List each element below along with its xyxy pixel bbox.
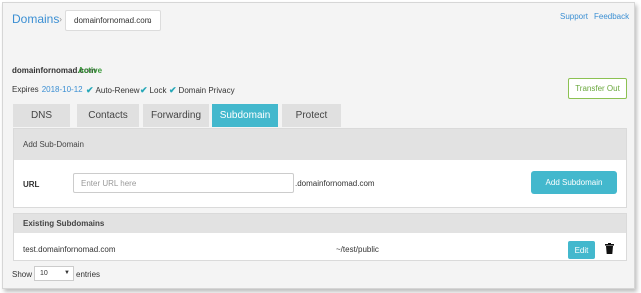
tab-forwarding[interactable]: Forwarding [143,104,209,127]
add-subdomain-panel: Add Sub-Domain [13,128,627,208]
tab-contacts[interactable]: Contacts [77,104,139,127]
subdomain-name: test.domainfornomad.com [23,245,116,254]
edit-subdomain-button[interactable]: Edit [568,241,595,259]
show-label: Show [12,270,33,279]
domain-selector[interactable]: domainfornomad.com ⌄ [65,10,161,31]
breadcrumb-domains-link[interactable]: Domains [12,12,59,26]
trash-icon[interactable] [605,243,614,254]
breadcrumb-separator: › [59,14,62,24]
expires-label: Expires [12,85,39,94]
url-label: URL [23,180,40,189]
check-icon: ✔ [169,85,177,95]
entries-label: entries [76,270,101,279]
panel-title: Add Sub-Domain [14,129,626,160]
page-size-select[interactable]: 10 ▼ [34,266,74,281]
tab-dns[interactable]: DNS [13,104,70,127]
check-icon: ✔ [86,85,94,95]
app-window: Domains › domainfornomad.com ⌄ Support F… [2,2,635,289]
chevron-down-icon: ⌄ [146,16,153,25]
feature-lock: ✔ Lock [140,85,166,96]
transfer-out-button[interactable]: Transfer Out [568,78,627,99]
domain-status-badge: Active [78,66,103,75]
feature-label: Auto-Renew [95,86,140,95]
feature-label: Domain Privacy [178,86,235,95]
feature-auto-renew: ✔ Auto-Renew [86,85,140,96]
tab-protect[interactable]: Protect [282,104,341,127]
feedback-link[interactable]: Feedback [594,12,629,21]
feature-domain-privacy: ✔ Domain Privacy [169,85,235,96]
chevron-down-icon: ▼ [64,270,70,276]
subdomain-url-input[interactable] [73,173,294,193]
tab-subdomain[interactable]: Subdomain [212,104,278,127]
domain-suffix: .domainfornomad.com [295,179,375,188]
panel-title: Existing Subdomains [14,214,626,233]
page-size-value: 10 [40,270,48,277]
domain-info: Expires 2018-10-12 [12,85,83,94]
subdomain-path: ~/test/public [336,245,379,254]
domain-selector-value: domainfornomad.com [74,16,152,25]
feature-label: Lock [149,86,167,95]
expires-date[interactable]: 2018-10-12 [42,85,83,94]
add-subdomain-button[interactable]: Add Subdomain [531,171,617,194]
check-icon: ✔ [140,85,148,95]
support-link[interactable]: Support [560,12,588,21]
